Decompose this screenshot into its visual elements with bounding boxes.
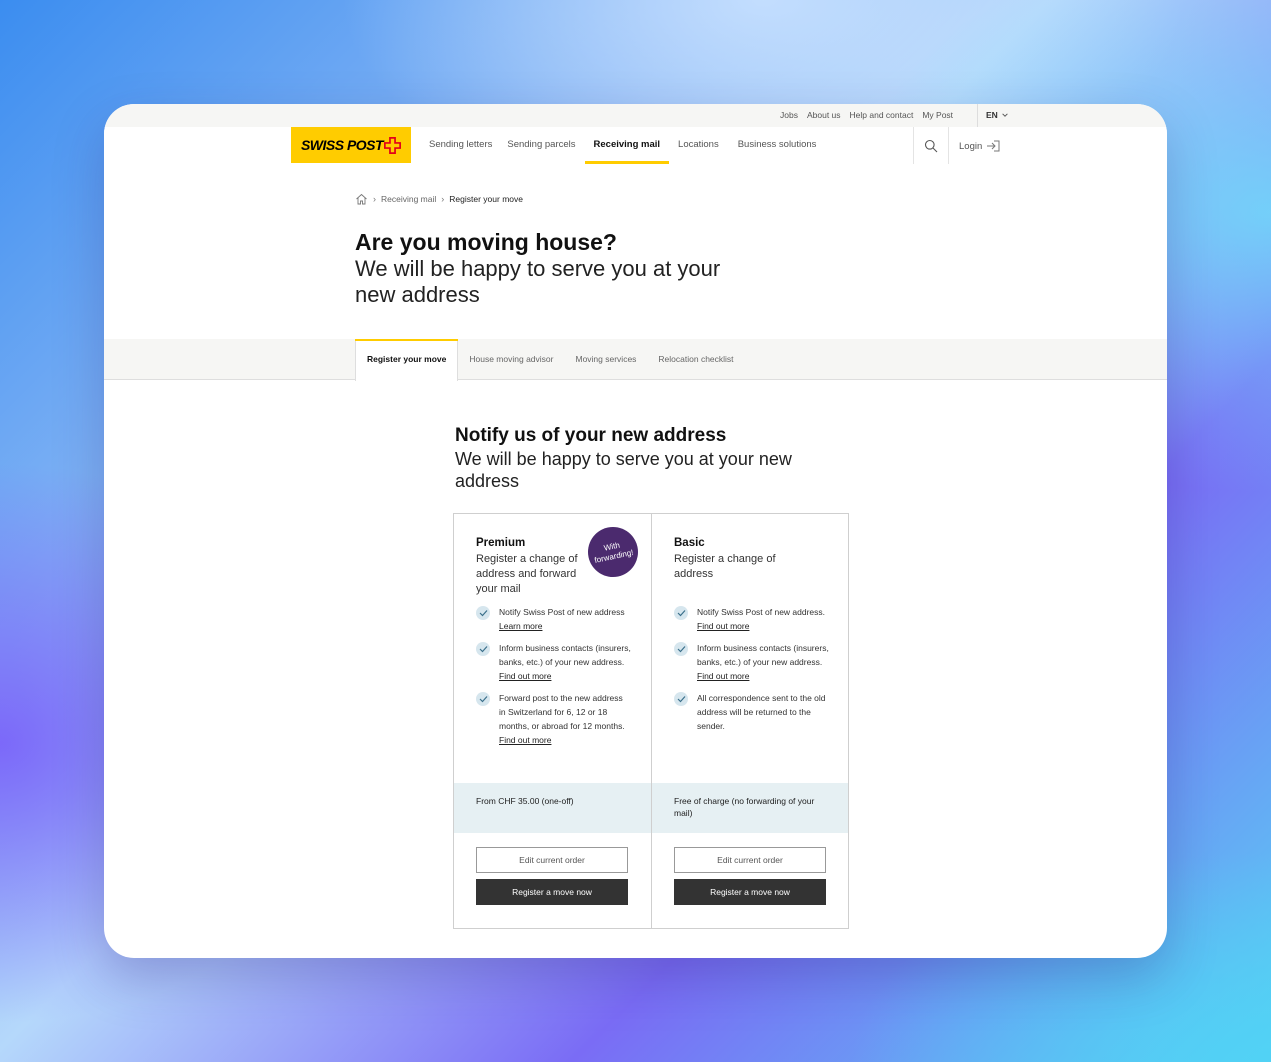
feature-list: Notify Swiss Post of new address. Find o…	[674, 605, 829, 741]
nav-item-locations[interactable]: Locations	[678, 127, 730, 164]
utility-link-about[interactable]: About us	[807, 110, 841, 120]
tabs-bar: Register your move House moving advisor …	[104, 339, 1167, 381]
register-move-button[interactable]: Register a move now	[674, 879, 826, 905]
search-icon	[924, 139, 938, 152]
check-icon	[674, 642, 688, 656]
utility-links: Jobs About us Help and contact My Post	[780, 110, 953, 120]
price-info: From CHF 35.00 (one-off)	[454, 783, 651, 833]
tab-register-your-move[interactable]: Register your move	[355, 339, 459, 381]
utility-link-help[interactable]: Help and contact	[850, 110, 914, 120]
register-move-button[interactable]: Register a move now	[476, 879, 628, 905]
utility-link-jobs[interactable]: Jobs	[780, 110, 798, 120]
page-subtitle: We will be happy to serve you at your ne…	[355, 256, 721, 307]
edit-order-button[interactable]: Edit current order	[674, 847, 826, 873]
nav-item-sending-letters[interactable]: Sending letters	[429, 127, 503, 164]
premium-card: Premium Register a change of address and…	[454, 514, 651, 928]
feature-item: Forward post to the new address in Switz…	[476, 691, 631, 747]
feature-text: Forward post to the new address in Switz…	[499, 691, 631, 747]
feature-text: Inform business contacts (insurers, bank…	[499, 641, 631, 683]
basic-card: Basic Register a change of address Notif…	[651, 514, 848, 928]
feature-list: Notify Swiss Post of new address Learn m…	[476, 605, 631, 755]
feature-text: Notify Swiss Post of new address. Find o…	[697, 605, 829, 633]
card-title: Basic	[674, 537, 705, 549]
tabs: Register your move House moving advisor …	[355, 339, 745, 381]
check-icon	[674, 606, 688, 620]
find-out-more-link[interactable]: Find out more	[697, 621, 749, 631]
plan-cards: Premium Register a change of address and…	[453, 513, 849, 929]
main-nav: SWISS POST Sending letters Sending parce…	[104, 127, 1167, 164]
login-button[interactable]: Login	[959, 140, 1000, 152]
feature-item: Notify Swiss Post of new address Learn m…	[476, 605, 631, 633]
learn-more-link[interactable]: Learn more	[499, 621, 542, 631]
logo-text: SWISS POST	[300, 137, 384, 153]
feature-text-body: Inform business contacts (insurers, bank…	[697, 643, 829, 667]
feature-item: Inform business contacts (insurers, bank…	[674, 641, 829, 683]
check-icon	[476, 606, 490, 620]
card-description: Register a change of address	[674, 553, 776, 580]
utility-bar: Jobs About us Help and contact My Post E…	[104, 104, 1167, 127]
feature-item: Inform business contacts (insurers, bank…	[476, 641, 631, 683]
login-icon	[987, 140, 1000, 152]
nav-item-sending-parcels[interactable]: Sending parcels	[507, 127, 586, 164]
check-icon	[476, 642, 490, 656]
feature-item: Notify Swiss Post of new address. Find o…	[674, 605, 829, 633]
feature-text: Inform business contacts (insurers, bank…	[697, 641, 829, 683]
nav-item-business-solutions[interactable]: Business solutions	[738, 127, 828, 164]
section-title: Notify us of your new address	[455, 425, 727, 446]
chevron-down-icon	[1002, 113, 1008, 117]
check-icon	[476, 692, 490, 706]
chevron-right-icon: ›	[373, 194, 376, 204]
find-out-more-link[interactable]: Find out more	[697, 671, 749, 681]
card-title: Premium	[476, 537, 526, 549]
feature-text-body: Forward post to the new address in Switz…	[499, 693, 625, 731]
home-icon[interactable]	[355, 193, 368, 205]
feature-text-body: Notify Swiss Post of new address.	[697, 607, 826, 617]
check-icon	[674, 692, 688, 706]
feature-text: All correspondence sent to the old addre…	[697, 691, 829, 733]
breadcrumb-item-receiving-mail[interactable]: Receiving mail	[381, 194, 436, 204]
breadcrumb: › Receiving mail › Register your move	[355, 193, 523, 205]
tab-moving-services[interactable]: Moving services	[564, 339, 647, 380]
utility-divider	[977, 104, 978, 127]
utility-link-mypost[interactable]: My Post	[922, 110, 953, 120]
page-title: Are you moving house?	[355, 229, 617, 255]
swiss-post-logo[interactable]: SWISS POST	[291, 127, 411, 163]
price-info: Free of charge (no forwarding of your ma…	[652, 783, 848, 833]
feature-text-body: Inform business contacts (insurers, bank…	[499, 643, 631, 667]
tab-relocation-checklist[interactable]: Relocation checklist	[647, 339, 744, 380]
feature-text-body: Notify Swiss Post of new address	[499, 607, 625, 617]
swiss-cross-icon	[384, 136, 402, 154]
chevron-right-icon: ›	[441, 194, 445, 204]
nav-item-receiving-mail[interactable]: Receiving mail	[584, 127, 672, 164]
find-out-more-link[interactable]: Find out more	[499, 671, 551, 681]
breadcrumb-item-current: Register your move	[449, 194, 523, 204]
feature-text: Notify Swiss Post of new address Learn m…	[499, 605, 631, 633]
login-label: Login	[959, 140, 983, 152]
language-label: EN	[986, 110, 998, 120]
browser-window: Jobs About us Help and contact My Post E…	[104, 104, 1167, 958]
feature-item: All correspondence sent to the old addre…	[674, 691, 829, 733]
tab-house-moving-advisor[interactable]: House moving advisor	[458, 339, 564, 380]
find-out-more-link[interactable]: Find out more	[499, 735, 551, 745]
section-subtitle: We will be happy to serve you at your ne…	[455, 449, 792, 491]
feature-text-body: All correspondence sent to the old addre…	[697, 693, 826, 731]
edit-order-button[interactable]: Edit current order	[476, 847, 628, 873]
language-selector[interactable]: EN	[986, 110, 1009, 120]
nav-items: Sending letters Sending parcels Receivin…	[429, 127, 827, 164]
card-description: Register a change of address and forward…	[476, 553, 578, 595]
forwarding-badge: With forwarding!	[583, 522, 643, 582]
search-button[interactable]	[913, 127, 949, 164]
